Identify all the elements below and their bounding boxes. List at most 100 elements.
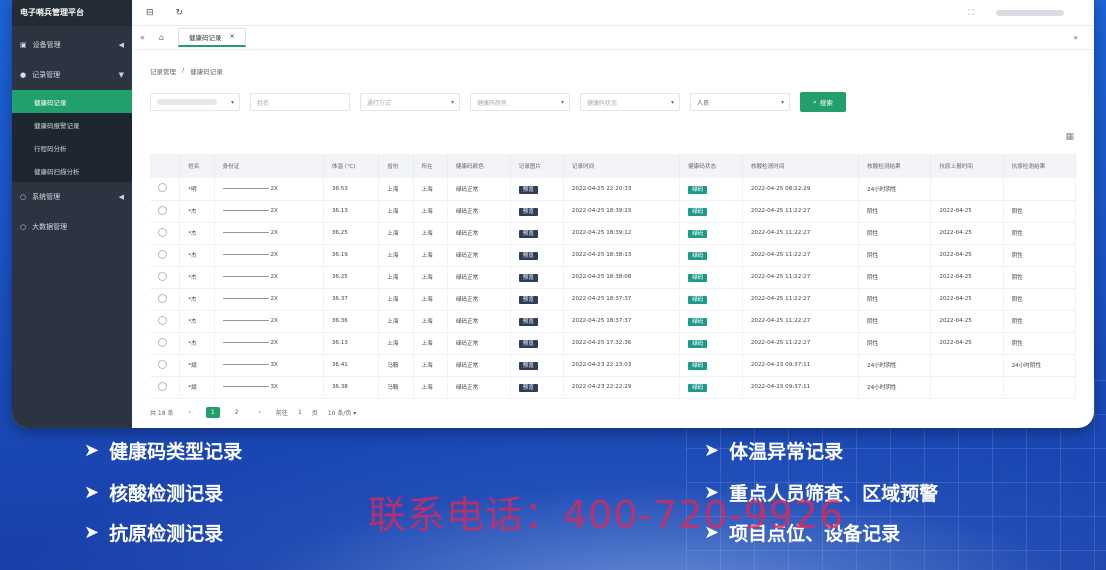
chevron-right-icon: ➤ (84, 482, 100, 503)
table-row[interactable]: *杰 2X 36.25 上海 上海 绿码正常 预览 2022-04-25 18:39:12 绿码… (150, 222, 1077, 245)
column-header: 体温 (℃) (323, 154, 380, 178)
table-cell: 阴性 (858, 222, 932, 245)
next-page-button[interactable]: › (254, 407, 266, 418)
table-header-row: 姓名 身份证 体温 (℃) 省份 所在 健康码颜色 记录图片 记录时间 健康码状态 核酸检测时间核… (150, 154, 1077, 178)
table-cell: *斌 (179, 354, 215, 377)
table-cell: 36.13 (323, 332, 380, 355)
table-cell: 2022-04-25 11:22:27 (742, 244, 860, 267)
row-select-radio[interactable] (158, 183, 167, 193)
page-size-select[interactable]: 10 条/页 ▾ (328, 408, 357, 417)
table-row[interactable]: *杰 2X 36.36 上海 上海 绿码正常 预览 2022-04-25 18:37:37 绿码… (150, 310, 1077, 333)
table-cell: 36.41 (323, 354, 380, 377)
row-select-radio[interactable] (158, 315, 167, 325)
table-row[interactable]: *斌 3X 36.41 马鞍 上海 绿码正常 预览 2022-04-23 22:23:03 绿码… (150, 354, 1077, 377)
row-select-radio[interactable] (158, 271, 167, 281)
preview-image-button[interactable]: 预览 (518, 362, 538, 370)
column-header: 记录图片 (510, 154, 564, 178)
table-row[interactable]: *斌 3X 36.38 马鞍 上海 绿码正常 预览 2022-04-23 22:22:29 绿码… (150, 376, 1077, 399)
preview-image-button[interactable]: 预览 (518, 296, 538, 304)
home-icon[interactable]: ⌂ (159, 33, 164, 42)
column-header: 核酸检测结果 (858, 154, 932, 178)
table-cell: 阴性 (858, 332, 932, 355)
chevron-down-icon: ▾ (450, 98, 454, 106)
sidebar-sub-health-alarm[interactable]: 健康码报警记录 (12, 113, 132, 136)
table-row[interactable]: *杰 2X 36.19 上海 上海 绿码正常 预览 2022-04-25 18:38:13 绿码… (150, 244, 1077, 267)
page-input[interactable]: 1 (298, 409, 302, 416)
filter-code-status[interactable]: 健康码状态 ▾ (580, 93, 680, 111)
contact-phone-watermark: 联系电话：400-720-9926 (368, 493, 845, 537)
table-cell: 2022-04-25 18:39:23 (563, 200, 681, 223)
refresh-icon[interactable]: ↻ (176, 8, 184, 18)
filter-code-color[interactable]: 健康码颜色 ▾ (470, 93, 570, 111)
preview-image-button[interactable]: 预览 (518, 208, 538, 216)
search-button[interactable]: ⌕ 搜索 (800, 92, 846, 112)
id-number: 2X (270, 208, 278, 214)
table-row[interactable]: *杰 2X 36.37 上海 上海 绿码正常 预览 2022-04-25 18:37:37 绿码… (150, 288, 1077, 311)
row-select-radio[interactable] (158, 205, 167, 215)
tab-health-code-records[interactable]: 健康码记录 × (177, 28, 246, 47)
column-settings-icon[interactable]: ▦ (1065, 132, 1074, 142)
table-row[interactable]: *杰 2X 36.25 上海 上海 绿码正常 预览 2022-04-25 18:38:08 绿码… (150, 266, 1077, 289)
row-select-radio[interactable] (158, 337, 167, 347)
collapse-menu-icon[interactable]: ⊟ (146, 8, 154, 18)
preview-image-button[interactable]: 预览 (518, 274, 538, 282)
health-code-badge: 绿码 (688, 252, 708, 260)
sidebar-item-device[interactable]: ▣ 设备管理 ◀ (12, 30, 132, 60)
preview-image-button[interactable]: 预览 (518, 340, 538, 348)
chevron-down-icon: ▾ (230, 98, 234, 106)
table-row[interactable]: *杰 2X 36.13 上海 上海 绿码正常 预览 2022-04-25 18:39:23 绿码… (150, 200, 1077, 223)
sidebar-item-system[interactable]: ○ 系统管理 ◀ (12, 182, 132, 212)
preview-image-button[interactable]: 预览 (518, 252, 538, 260)
filter-person-select[interactable]: 人员 ▾ (690, 93, 790, 111)
row-select-radio[interactable] (158, 359, 167, 369)
sidebar-item-records[interactable]: ● 记录管理 ▼ (12, 60, 132, 90)
preview-image-button[interactable]: 预览 (518, 230, 538, 238)
preview-image-button[interactable]: 预览 (518, 384, 538, 392)
health-code-badge: 绿码 (688, 274, 708, 282)
scroll-left-icon[interactable]: « (140, 33, 145, 42)
filter-pass-method[interactable]: 通行方式 ▾ (360, 93, 460, 111)
health-code-badge: 绿码 (688, 362, 708, 370)
table-row[interactable]: *杰 2X 36.13 上海 上海 绿码正常 预览 2022-04-25 17:32:36 绿码… (150, 332, 1077, 355)
scroll-right-icon[interactable]: » (1073, 33, 1078, 42)
sidebar-sub-health-code[interactable]: 健康码记录 (12, 90, 132, 113)
fullscreen-icon[interactable]: ⛶ (968, 8, 974, 18)
table-row[interactable]: *明 2X 36.53 上海 上海 绿码正常 预览 2022-04-25 22:20:33 绿码… (150, 178, 1077, 201)
feature-item: ➤ 健康码类型记录 (84, 440, 243, 463)
filter-name-input[interactable]: 姓名 (250, 93, 350, 111)
user-menu[interactable] (996, 9, 1064, 16)
row-select-radio[interactable] (158, 293, 167, 303)
id-number: 2X (270, 252, 278, 258)
breadcrumb-item[interactable]: 记录管理 (150, 66, 176, 76)
table-cell: 绿码正常 (447, 178, 511, 201)
table-cell: 阴性 (1003, 310, 1077, 333)
sidebar-sub-scan-analysis[interactable]: 健康码扫描分析 (12, 159, 132, 182)
table-cell: 24小时阴性 (858, 376, 932, 399)
preview-image-button[interactable]: 预览 (518, 185, 538, 194)
table-cell: 2022-04-25 (930, 200, 1004, 223)
close-icon[interactable]: × (229, 32, 234, 42)
sidebar-item-label: 大数据管理 (32, 223, 68, 231)
row-select-radio[interactable] (158, 381, 167, 391)
id-number: 3X (270, 384, 278, 390)
sidebar-item-bigdata[interactable]: ○ 大数据管理 (12, 212, 132, 242)
table-cell (930, 376, 1004, 399)
settings-icon: ○ (20, 193, 27, 201)
table-cell: *杰 (179, 266, 215, 289)
prev-page-button[interactable]: ‹ (183, 407, 195, 418)
sidebar-sub-trip-analysis[interactable]: 行程码分析 (12, 136, 132, 159)
page-1-button[interactable]: 1 (205, 406, 220, 418)
id-number: 2X (270, 318, 278, 324)
column-header: 健康码状态 (679, 154, 743, 178)
filter-project-select[interactable]: ▾ (150, 93, 240, 111)
table-cell: 阴性 (1003, 222, 1077, 245)
table-cell: 2022-04-25 08:22:29 (742, 178, 860, 201)
table-cell (1003, 376, 1077, 399)
table-cell: 2022-04-25 11:22:27 (742, 222, 860, 245)
preview-image-button[interactable]: 预览 (518, 318, 538, 326)
page-2-button[interactable]: 2 (230, 407, 244, 418)
tab-label: 健康码记录 (188, 34, 222, 42)
row-select-radio[interactable] (158, 249, 167, 259)
table-cell: 上海 (413, 222, 448, 245)
row-select-radio[interactable] (158, 227, 167, 237)
